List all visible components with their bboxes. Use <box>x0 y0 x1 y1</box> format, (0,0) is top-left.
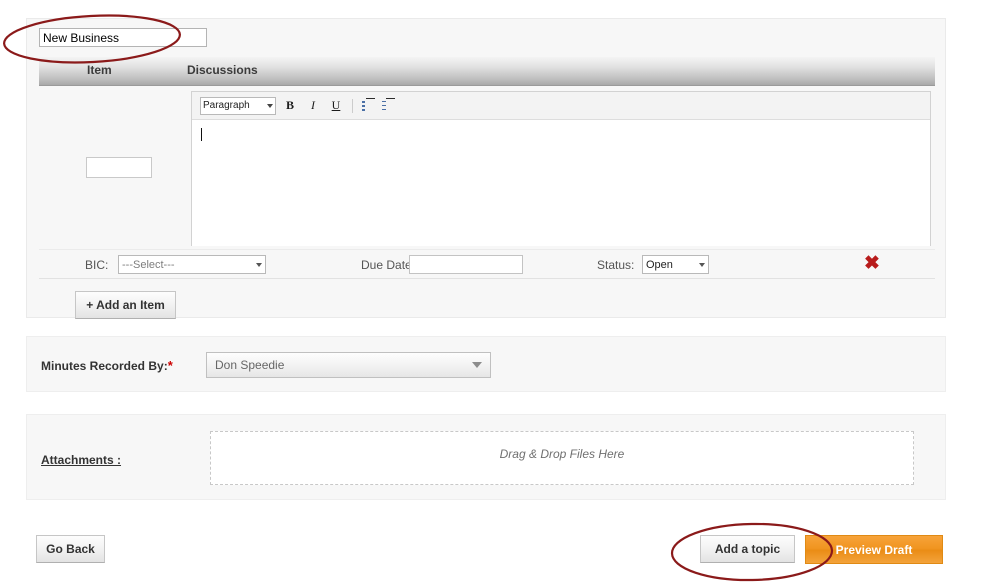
chevron-down-icon <box>256 262 262 267</box>
column-header-discussions: Discussions <box>187 63 258 77</box>
bic-select-value: ---Select--- <box>122 258 175 271</box>
due-date-input[interactable] <box>409 255 523 274</box>
paragraph-style-label: Paragraph <box>203 100 250 111</box>
item-meta-row: BIC: ---Select--- Due Date: Status: Open… <box>39 249 935 279</box>
toolbar-divider <box>352 98 353 113</box>
preview-draft-button[interactable]: Preview Draft <box>805 535 943 564</box>
due-date-label: Due Date: <box>361 258 416 272</box>
editor-content-area[interactable] <box>192 120 930 246</box>
item-cell <box>39 86 191 249</box>
ordered-list-icon[interactable] <box>382 97 398 114</box>
minutes-label-text: Minutes Recorded By: <box>41 359 168 373</box>
editor-toolbar: Paragraph B I U <box>192 92 930 120</box>
attachments-label: Attachments : <box>41 453 122 467</box>
text-cursor <box>201 128 202 141</box>
status-select-value: Open <box>646 258 673 271</box>
item-number-input[interactable] <box>86 157 152 178</box>
chevron-down-icon <box>267 103 273 108</box>
add-a-topic-button[interactable]: Add a topic <box>700 535 795 563</box>
minutes-recorded-by-select[interactable]: Don Speedie <box>206 352 491 378</box>
minutes-recorded-by-value: Don Speedie <box>215 358 285 372</box>
topic-panel: Item Discussions Paragraph B I U <box>26 18 946 319</box>
underline-button[interactable]: U <box>327 96 345 116</box>
bic-label: BIC: <box>85 258 109 272</box>
chevron-down-icon <box>472 362 482 368</box>
meeting-minutes-form-page: Item Discussions Paragraph B I U <box>0 0 1007 584</box>
item-row: Paragraph B I U <box>39 86 935 249</box>
add-an-item-button[interactable]: + Add an Item <box>75 291 176 319</box>
status-label: Status: <box>597 258 635 272</box>
minutes-recorded-by-label: Minutes Recorded By:* <box>41 358 173 373</box>
bold-button[interactable]: B <box>281 96 299 116</box>
topic-title-wrap <box>39 28 207 47</box>
topic-title-input[interactable] <box>39 28 207 47</box>
required-asterisk: * <box>167 358 173 373</box>
attachments-dropzone[interactable]: Drag & Drop Files Here <box>210 431 914 485</box>
minutes-recorded-by-panel: Minutes Recorded By:* Don Speedie <box>26 336 946 392</box>
delete-item-icon[interactable]: ✖ <box>861 253 883 275</box>
items-table-header: Item Discussions <box>39 57 935 86</box>
chevron-down-icon <box>699 262 705 267</box>
discussion-rich-text-editor: Paragraph B I U <box>191 91 931 246</box>
dropzone-hint-text: Drag & Drop Files Here <box>499 447 625 461</box>
status-select[interactable]: Open <box>642 255 709 274</box>
paragraph-style-select[interactable]: Paragraph <box>200 96 276 115</box>
unordered-list-icon[interactable] <box>362 97 378 114</box>
bic-select[interactable]: ---Select--- <box>118 255 266 274</box>
italic-button[interactable]: I <box>304 96 322 116</box>
go-back-button[interactable]: Go Back <box>36 535 105 563</box>
column-header-item: Item <box>87 63 112 77</box>
attachments-panel: Attachments : Drag & Drop Files Here <box>26 414 946 500</box>
